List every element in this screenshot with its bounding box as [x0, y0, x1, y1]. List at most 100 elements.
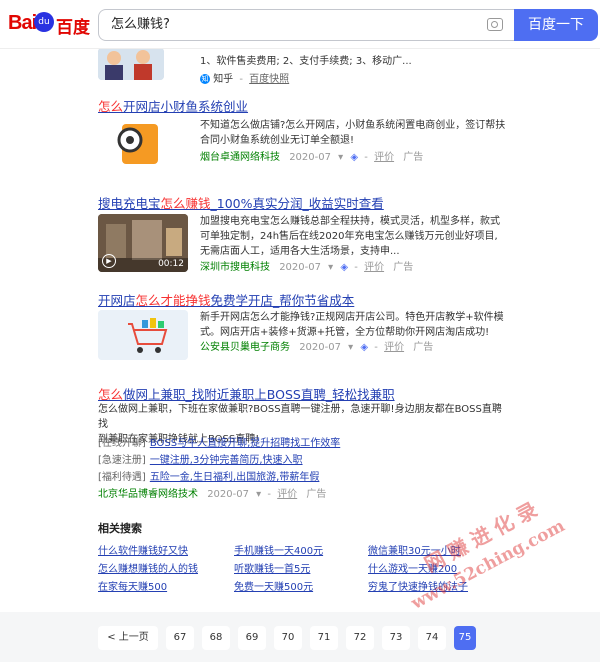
- title-text: 搜电充电宝: [98, 196, 161, 211]
- result-source[interactable]: 公安县贝巢电子商务: [200, 342, 290, 353]
- result-source[interactable]: 深圳市搜电科技: [200, 262, 270, 273]
- sitelink-tag: [在线开聊]: [98, 438, 146, 449]
- logo-cn: 百度: [56, 18, 90, 38]
- result-thumbnail[interactable]: [98, 310, 188, 360]
- play-icon[interactable]: ▶: [102, 254, 116, 268]
- desc-line: 可单独定制，24h售后在线2020年充电宝怎么赚钱万元创业好项目,: [200, 231, 498, 242]
- result-desc: 加盟搜电充电宝怎么赚钱总部全程扶持，模式灵活，机型多样，款式 可单独定制，24h…: [200, 214, 590, 259]
- meta-separator: -: [364, 152, 368, 163]
- video-duration: 00:12: [158, 259, 184, 269]
- prev-page-button[interactable]: < 上一页: [98, 626, 158, 650]
- top-result-meta: 知 知乎 - 百度快照: [200, 70, 289, 85]
- result-title[interactable]: 怎么开网店小财鱼系统创业: [98, 96, 248, 115]
- ad-label: 广告: [306, 489, 327, 500]
- title-highlight: 怎么才能挣钱: [135, 293, 211, 308]
- title-highlight: 怎么: [98, 387, 124, 402]
- camera-icon[interactable]: [487, 18, 503, 31]
- result-thumbnail[interactable]: [98, 116, 164, 172]
- snapshot-link[interactable]: 百度快照: [249, 74, 289, 85]
- result-date: 2020-07: [299, 342, 341, 353]
- shopping-cart-icon: [98, 310, 188, 360]
- sitelink[interactable]: [福利待遇] 五险一金,生日福利,出国旅游,带薪年假: [98, 468, 319, 483]
- page-link[interactable]: 69: [238, 626, 266, 650]
- sitelink-text[interactable]: 一键注册,3分钟完善简历,快速入职: [150, 455, 303, 466]
- logo-text: Bai: [8, 12, 37, 34]
- video-thumbnail[interactable]: ▶ 00:12: [98, 214, 188, 272]
- result-date: 2020-07: [289, 152, 331, 163]
- sitelink-tag: [福利待遇]: [98, 472, 146, 483]
- pagination: < 上一页 67 68 69 70 71 72 73 74 75: [0, 612, 600, 662]
- current-page[interactable]: 75: [454, 626, 476, 650]
- chevron-down-icon[interactable]: ▾: [338, 152, 343, 163]
- result-title[interactable]: 开网店怎么才能挣钱免费学开店_帮你节省成本: [98, 290, 354, 309]
- header: Bai du 百度 怎么赚钱? 百度一下: [0, 0, 600, 49]
- comment-link[interactable]: 评价: [374, 152, 394, 163]
- zhihu-icon: 知: [200, 74, 210, 84]
- chevron-down-icon[interactable]: ▾: [348, 342, 353, 353]
- chevron-down-icon[interactable]: ▾: [256, 489, 261, 500]
- comment-link[interactable]: 评价: [277, 489, 297, 500]
- related-search-link[interactable]: 怎么赚想赚钱的人的钱: [98, 560, 198, 575]
- page-link[interactable]: 72: [346, 626, 374, 650]
- related-search-link[interactable]: 什么软件赚钱好又快: [98, 542, 188, 557]
- result-title[interactable]: 怎么做网上兼职_找附近兼职上BOSS直聘_轻松找兼职: [98, 384, 395, 403]
- result-source: 知乎: [213, 74, 234, 85]
- related-search-link[interactable]: 免费一天赚500元: [234, 578, 313, 593]
- people-illustration-icon: [98, 48, 164, 80]
- sitelink[interactable]: [急速注册] 一键注册,3分钟完善简历,快速入职: [98, 451, 303, 466]
- fish-logo-icon: [117, 124, 158, 164]
- baidu-logo[interactable]: Bai du 百度: [8, 10, 92, 38]
- desc-line: 不知道怎么做店铺?怎么开网店，小财鱼系统闲置电商创业，签订帮扶: [200, 120, 506, 131]
- search-button[interactable]: 百度一下: [514, 9, 598, 41]
- result-desc: 不知道怎么做店铺?怎么开网店，小财鱼系统闲置电商创业，签订帮扶 合同小财鱼系统创…: [200, 118, 590, 148]
- meta-separator: -: [267, 489, 271, 500]
- title-highlight: 怎么赚钱: [160, 196, 211, 211]
- related-searches-title: 相关搜索: [98, 522, 142, 535]
- sitelink-tag: [急速注册]: [98, 455, 146, 466]
- sitelink-text[interactable]: 五险一金,生日福利,出国旅游,带薪年假: [150, 472, 320, 483]
- sitelink-text[interactable]: BOSS与牛人直接开聊,提升招聘找工作效率: [150, 438, 340, 449]
- page-link[interactable]: 68: [202, 626, 230, 650]
- page-link[interactable]: 71: [310, 626, 338, 650]
- ad-label: 广告: [413, 342, 434, 353]
- shield-icon: ◈: [340, 262, 349, 273]
- title-text: 免费学开店_帮你节省成本: [210, 293, 355, 308]
- title-text: _100%真实分润_收益实时查看: [210, 196, 384, 211]
- desc-line: 怎么做网上兼职，下班在家做兼职?BOSS直聘一键注册，急速开聊!身边朋友都在BO…: [98, 404, 502, 430]
- result-source[interactable]: 北京华品博睿网络技术: [98, 489, 198, 500]
- paw-icon: du: [34, 12, 54, 32]
- page-link[interactable]: 74: [418, 626, 446, 650]
- result-meta: 烟台卓通网络科技 2020-07 ▾ ◈ - 评价 广告: [200, 148, 423, 163]
- result-desc: 新手开网店怎么才能挣钱?正规网店开店公司。特色开店教学+软件模 式。网店开店+装…: [200, 310, 590, 340]
- desc-line: 合同小财鱼系统创业无订单全额退!: [200, 135, 355, 146]
- meta-separator: -: [354, 262, 358, 273]
- top-result-desc: 1、软件售卖费用; 2、支付手续费; 3、移动广...: [200, 56, 412, 67]
- desc-line: 加盟搜电充电宝怎么赚钱总部全程扶持，模式灵活，机型多样，款式: [200, 216, 500, 227]
- result-title[interactable]: 搜电充电宝怎么赚钱_100%真实分润_收益实时查看: [98, 193, 384, 212]
- result-thumbnail[interactable]: [98, 48, 164, 80]
- page-link[interactable]: 73: [382, 626, 410, 650]
- title-text: 开网店: [98, 293, 136, 308]
- comment-link[interactable]: 评价: [364, 262, 384, 273]
- related-search-link[interactable]: 在家每天赚500: [98, 578, 167, 593]
- shield-icon: ◈: [360, 342, 369, 353]
- shield-icon: ◈: [350, 152, 359, 163]
- related-search-link[interactable]: 听歌赚钱一首5元: [234, 560, 310, 575]
- desc-line: 新手开网店怎么才能挣钱?正规网店开店公司。特色开店教学+软件模: [200, 312, 504, 323]
- ad-label: 广告: [403, 152, 424, 163]
- desc-line: 无需店面人工，适用各大生活场景，支持申...: [200, 246, 400, 257]
- chevron-down-icon[interactable]: ▾: [328, 262, 333, 273]
- title-highlight: 怎么: [98, 99, 124, 114]
- search-input[interactable]: 怎么赚钱?: [111, 10, 170, 40]
- title-text: 做网上兼职_找附近兼职上BOSS直聘_轻松找兼职: [123, 387, 395, 402]
- result-meta: 北京华品博睿网络技术 2020-07 ▾ - 评价 广告: [98, 485, 326, 500]
- page-link[interactable]: 70: [274, 626, 302, 650]
- meta-separator: -: [374, 342, 378, 353]
- related-search-link[interactable]: 手机赚钱一天400元: [234, 542, 323, 557]
- search-box[interactable]: 怎么赚钱?: [98, 9, 515, 41]
- result-source[interactable]: 烟台卓通网络科技: [200, 152, 280, 163]
- page-link[interactable]: 67: [166, 626, 194, 650]
- comment-link[interactable]: 评价: [384, 342, 404, 353]
- sitelink[interactable]: [在线开聊] BOSS与牛人直接开聊,提升招聘找工作效率: [98, 434, 340, 449]
- title-text: 开网店小财鱼系统创业: [123, 99, 249, 114]
